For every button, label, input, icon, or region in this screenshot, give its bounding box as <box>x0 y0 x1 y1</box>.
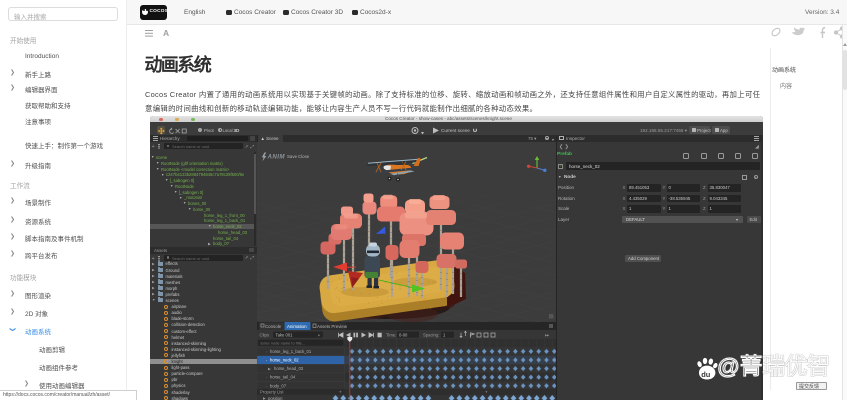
svg-text:+: + <box>485 389 488 394</box>
svg-text:ANIM: ANIM <box>267 154 286 161</box>
svg-text:horse_tail_04: horse_tail_04 <box>270 374 296 379</box>
svg-text:du: du <box>701 369 711 378</box>
svg-text:Spacing:: Spacing: <box>423 332 439 337</box>
svg-text:Enter node name to filte...: Enter node name to filte... <box>261 340 306 345</box>
svg-text:Console: Console <box>265 323 282 328</box>
svg-text:Save: Save <box>287 154 298 159</box>
svg-text:Take 001: Take 001 <box>276 332 294 337</box>
svg-text:+: + <box>339 389 342 394</box>
svg-text:position: position <box>268 395 283 400</box>
svg-text:Time:: Time: <box>386 332 396 337</box>
svg-text:0-00: 0-00 <box>399 332 408 337</box>
svg-text:Property List: Property List <box>260 389 284 394</box>
svg-text:horse_neck_02: horse_neck_02 <box>270 357 299 362</box>
svg-text:Animation: Animation <box>287 323 307 328</box>
svg-text:▶: ▶ <box>263 396 266 400</box>
svg-text:▾: ▾ <box>318 333 320 337</box>
svg-text:Close: Close <box>298 154 310 159</box>
svg-text:body_07: body_07 <box>270 383 287 388</box>
svg-text:Assets Preview: Assets Preview <box>317 323 348 328</box>
svg-text:horse_head_03: horse_head_03 <box>274 366 304 371</box>
svg-text:Clips: Clips <box>260 332 270 337</box>
svg-text:↦: ↦ <box>545 332 549 337</box>
svg-text:horse_leg_1_back_01: horse_leg_1_back_01 <box>270 348 312 353</box>
